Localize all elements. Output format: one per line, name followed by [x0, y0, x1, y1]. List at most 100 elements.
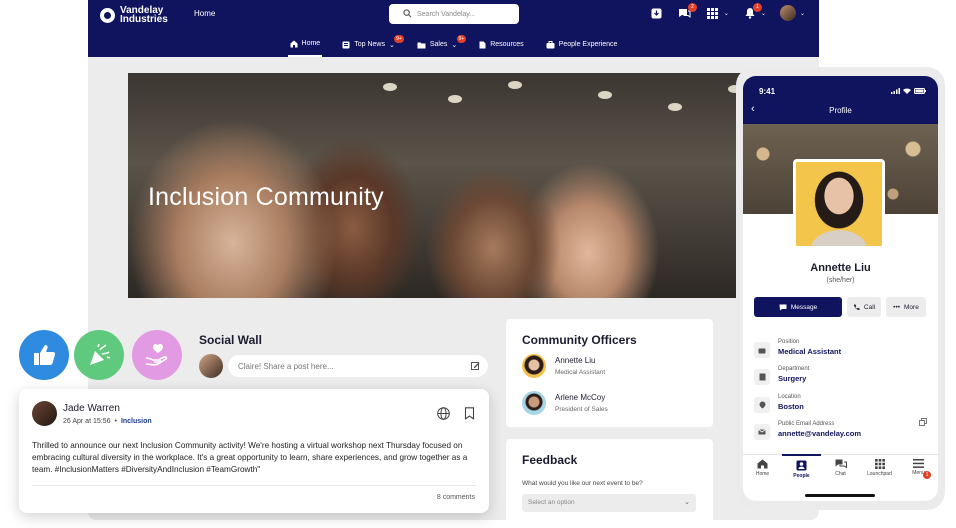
- field-value[interactable]: annette@vandelay.com: [778, 429, 861, 438]
- profile-name: Annette Liu: [810, 262, 871, 274]
- tab-badge: 9+: [456, 35, 467, 43]
- field-label: Location: [778, 394, 801, 400]
- post-divider: [32, 485, 476, 486]
- profile-field-department: Department Surgery: [754, 366, 809, 385]
- tab-home[interactable]: Home: [287, 32, 323, 57]
- main-nav: Home Top News ⌄ 9+ Sales ⌄ 9+ Resources: [88, 32, 819, 57]
- chevron-down-icon: ⌄: [388, 41, 395, 49]
- bookmark-icon[interactable]: [464, 407, 475, 420]
- care-reaction[interactable]: [132, 330, 182, 380]
- call-button[interactable]: Call: [847, 297, 881, 317]
- user-avatar[interactable]: [779, 5, 796, 21]
- nav-label: Home: [755, 471, 770, 477]
- ceiling-light: [598, 91, 612, 99]
- more-dots-icon: •••: [893, 303, 900, 311]
- message-button[interactable]: Message: [754, 297, 842, 317]
- social-wall-title: Social Wall: [199, 333, 262, 347]
- mobile-title: Profile: [829, 106, 852, 115]
- tab-resources[interactable]: Resources: [477, 32, 525, 57]
- feedback-card: Feedback What would you like our next ev…: [506, 439, 713, 520]
- ceiling-light: [508, 81, 522, 89]
- field-value: Surgery: [778, 374, 807, 383]
- chat-icon[interactable]: 2: [678, 3, 697, 20]
- header-actions: 2 ⌄ 1 ⌄ ⌄: [650, 3, 805, 21]
- more-button[interactable]: ••• More: [886, 297, 926, 317]
- field-label: Public Email Address: [778, 421, 835, 427]
- folder-icon: [417, 42, 426, 48]
- message-icon: [779, 304, 787, 310]
- location-pin-icon: [754, 397, 770, 413]
- officer-avatar: [522, 391, 546, 415]
- bell-icon[interactable]: 1: [743, 3, 762, 20]
- top-home-link[interactable]: Home: [194, 9, 215, 18]
- mobile-device: 9:41 ‹ Profile Annette Liu (she/her) Mes…: [736, 67, 945, 510]
- tab-label: People Experience: [558, 41, 618, 48]
- chat-badge: 2: [687, 3, 697, 12]
- globe-icon[interactable]: [437, 407, 450, 420]
- mobile-screen: 9:41 ‹ Profile Annette Liu (she/her) Mes…: [743, 76, 938, 501]
- officer-item[interactable]: Arlene McCoy President of Sales: [522, 391, 608, 415]
- brand-name: Vandelay Industries: [120, 5, 168, 25]
- post-author-avatar[interactable]: [32, 401, 57, 426]
- compose-placeholder: Claire! Share a post here...: [238, 362, 334, 371]
- brand[interactable]: Vandelay Industries: [100, 5, 180, 25]
- feedback-question: What would you like our next event to be…: [522, 480, 643, 487]
- nav-home[interactable]: Home: [743, 455, 782, 501]
- officer-item[interactable]: Annette Liu Medical Assistant: [522, 354, 605, 378]
- wifi-icon: [903, 88, 911, 94]
- officer-role: President of Sales: [555, 406, 608, 413]
- chevron-down-icon[interactable]: ⌄: [800, 10, 805, 17]
- mobile-header: 9:41 ‹ Profile: [743, 76, 938, 124]
- status-time: 9:41: [759, 87, 776, 96]
- compose-post-input[interactable]: Claire! Share a post here...: [228, 355, 488, 377]
- search-input[interactable]: Search Vandelay...: [389, 4, 519, 24]
- feedback-select[interactable]: Select an option ⌄: [522, 494, 696, 512]
- tab-people-experience[interactable]: People Experience: [544, 32, 620, 57]
- people-icon: [796, 460, 807, 471]
- nav-label: Launchpad: [867, 471, 892, 477]
- nav-menu[interactable]: Menu 1: [899, 455, 938, 501]
- edit-icon[interactable]: [471, 361, 480, 370]
- meta-separator: •: [114, 418, 117, 425]
- chevron-down-icon[interactable]: ⌄: [724, 10, 729, 17]
- celebrate-reaction[interactable]: [74, 330, 124, 380]
- apps-grid-icon: [874, 459, 885, 469]
- chevron-down-icon: ⌄: [451, 41, 458, 49]
- copy-icon[interactable]: [919, 418, 927, 426]
- tab-top-news[interactable]: Top News ⌄ 9+: [340, 32, 404, 57]
- top-bar: Vandelay Industries Home Search Vandelay…: [88, 0, 819, 57]
- post-comments-count[interactable]: 8 comments: [437, 494, 475, 501]
- battery-icon: [914, 88, 926, 94]
- tab-label: Resources: [490, 41, 524, 48]
- ceiling-light: [448, 95, 462, 103]
- post-author-name[interactable]: Jade Warren: [63, 403, 120, 414]
- brand-logo-icon: [100, 7, 115, 23]
- search-placeholder: Search Vandelay...: [417, 10, 476, 18]
- ceiling-light: [383, 83, 397, 91]
- post-body: Thrilled to announce our next Inclusion …: [32, 441, 468, 474]
- search-icon: [403, 9, 412, 18]
- like-reaction[interactable]: [19, 330, 69, 380]
- chevron-down-icon[interactable]: ⌄: [761, 10, 766, 17]
- mail-icon: [754, 424, 770, 440]
- field-value: Boston: [778, 402, 804, 411]
- download-icon[interactable]: [650, 6, 664, 20]
- profile-field-location: Location Boston: [754, 394, 804, 413]
- post-meta: 26 Apr at 15:56 • Inclusion: [63, 418, 152, 425]
- officer-name: Annette Liu: [555, 356, 596, 365]
- marketing-composite: Vandelay Industries Home Search Vandelay…: [0, 0, 956, 528]
- profile-field-position: Position Medical Assistant: [754, 339, 841, 358]
- post-tag[interactable]: Inclusion: [121, 418, 152, 425]
- post-actions: [437, 407, 475, 420]
- home-indicator: [805, 494, 875, 497]
- chat-icon: [835, 459, 847, 469]
- apps-grid-icon[interactable]: [706, 6, 720, 20]
- more-label: More: [904, 303, 919, 311]
- menu-badge: 1: [923, 471, 931, 479]
- call-label: Call: [863, 303, 876, 311]
- officer-role: Medical Assistant: [555, 369, 606, 376]
- home-icon: [290, 40, 298, 47]
- briefcase-icon: [754, 342, 770, 358]
- document-icon: [479, 41, 486, 48]
- tab-sales[interactable]: Sales ⌄ 9+: [415, 32, 467, 57]
